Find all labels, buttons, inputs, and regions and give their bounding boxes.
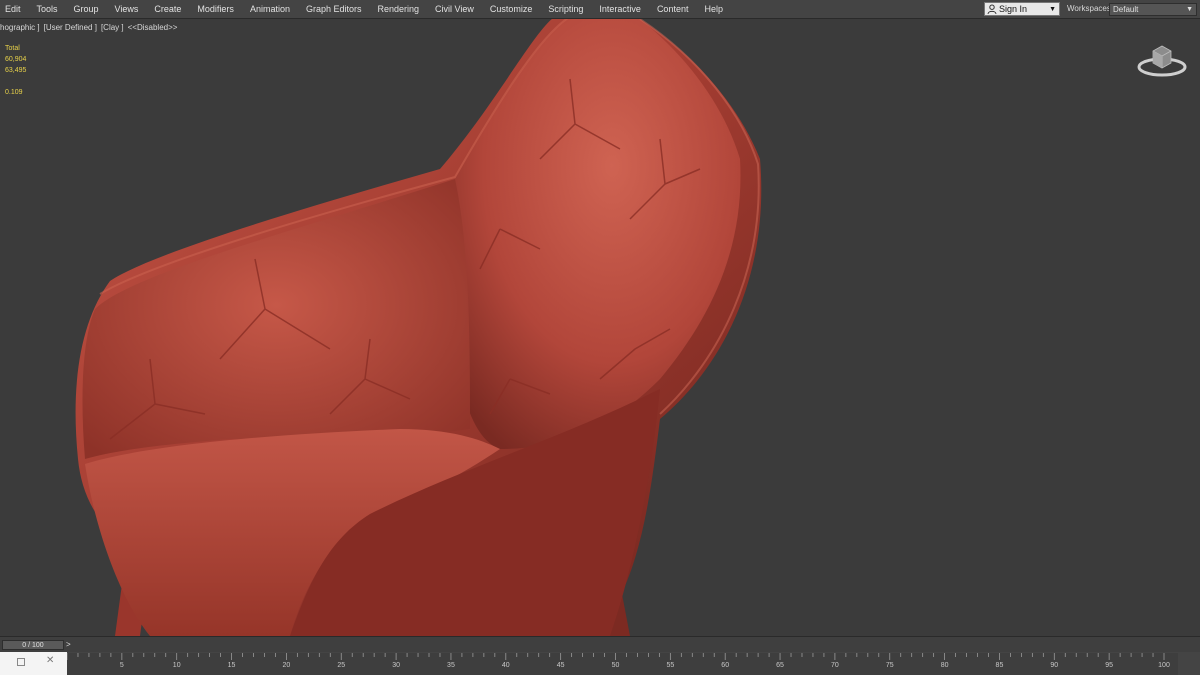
timeline-tick-label: 85 (996, 662, 1004, 669)
stats-line: Total (5, 45, 20, 52)
timeline-tick-label: 35 (447, 662, 455, 669)
workspaces-select[interactable]: Default ▼ (1109, 3, 1197, 16)
viewport-label[interactable]: hographic ] [User Defined ] [Clay ] <<Disab… (0, 23, 181, 32)
stats-line: 63,495 (5, 67, 27, 74)
menu-help[interactable]: Help (696, 0, 731, 18)
menu-scripting[interactable]: Scripting (540, 0, 591, 18)
viewport-label-disabled[interactable]: <<Disabled>> (128, 23, 178, 32)
viewport-label-view[interactable]: hographic ] (0, 23, 40, 32)
menu-list: Edit Tools Group Views Create Modifiers Animat… (0, 0, 731, 18)
timeline-tick-label: 30 (392, 662, 400, 669)
track-bar[interactable]: 5 10 15 20 25 30 35 40 45 50 55 60 65 70 75 80 85 90 95 100 (67, 653, 1178, 675)
menu-civil-view[interactable]: Civil View (427, 0, 482, 18)
workspaces-value: Default (1113, 5, 1139, 14)
viewcube-icon[interactable] (1136, 39, 1188, 79)
timeline-tick-label: 45 (557, 662, 565, 669)
menu-views[interactable]: Views (107, 0, 147, 18)
timeline-tick-label: 90 (1050, 662, 1058, 669)
viewport-statistics: Total 60,904 63,495 0.109 (5, 43, 26, 98)
timeline-tick-label: 70 (831, 662, 839, 669)
user-icon (987, 4, 997, 14)
menu-interactive[interactable]: Interactive (591, 0, 649, 18)
timeline-tick-label: 55 (666, 662, 674, 669)
workspaces-label: Workspaces: (1067, 4, 1114, 13)
menu-rendering[interactable]: Rendering (370, 0, 428, 18)
timeline-tick-label: 50 (612, 662, 620, 669)
menu-animation[interactable]: Animation (242, 0, 298, 18)
viewport-label-shading[interactable]: [Clay ] (101, 23, 124, 32)
menu-create[interactable]: Create (146, 0, 189, 18)
menu-customize[interactable]: Customize (482, 0, 541, 18)
next-frame-arrow-icon[interactable]: > (66, 639, 74, 650)
menu-modifiers[interactable]: Modifiers (189, 0, 242, 18)
menu-tools[interactable]: Tools (29, 0, 66, 18)
stats-line: 60,904 (5, 56, 27, 63)
menu-group[interactable]: Group (66, 0, 107, 18)
stats-line (5, 76, 26, 87)
timeline-tick-label: 65 (776, 662, 784, 669)
chevron-down-icon: ▼ (1049, 5, 1056, 13)
menu-graph-editors[interactable]: Graph Editors (298, 0, 370, 18)
timeline-tick-label: 95 (1105, 662, 1113, 669)
timeline-area: 0 / 100 > ✕ 5 10 15 20 25 30 35 40 45 50 55 60 65 70 7… (0, 636, 1200, 675)
menu-content[interactable]: Content (649, 0, 697, 18)
timeline-tick-label: 60 (721, 662, 729, 669)
timeline-tick-label: 5 (120, 662, 124, 669)
menu-edit[interactable]: Edit (0, 0, 29, 18)
chair-model (75, 19, 762, 636)
timeline-tick-label: 40 (502, 662, 510, 669)
timeline-tick-label: 15 (228, 662, 236, 669)
stats-line: 0.109 (5, 89, 23, 96)
perspective-viewport[interactable]: hographic ] [User Defined ] [Clay ] <<Disab… (0, 19, 1200, 636)
close-icon[interactable]: ✕ (46, 655, 54, 667)
timeline-tick-label: 20 (283, 662, 291, 669)
timeline-tick-label: 80 (941, 662, 949, 669)
timeline-tick-label: 25 (337, 662, 345, 669)
maximize-icon[interactable] (17, 658, 25, 666)
timeline-tick-label: 75 (886, 662, 894, 669)
viewport-label-camera[interactable]: [User Defined ] (44, 23, 97, 32)
timeline-tick-label: 10 (173, 662, 181, 669)
chevron-down-icon: ▼ (1186, 6, 1193, 13)
time-slider[interactable]: 0 / 100 > (0, 636, 1200, 652)
sign-in-label: Sign In (999, 4, 1028, 14)
timeline-tick-label: 100 (1158, 662, 1170, 669)
sign-in-dropdown[interactable]: Sign In ▼ (984, 2, 1060, 16)
maxscript-listener-box[interactable]: ✕ (0, 652, 67, 675)
frame-counter[interactable]: 0 / 100 (2, 640, 64, 650)
